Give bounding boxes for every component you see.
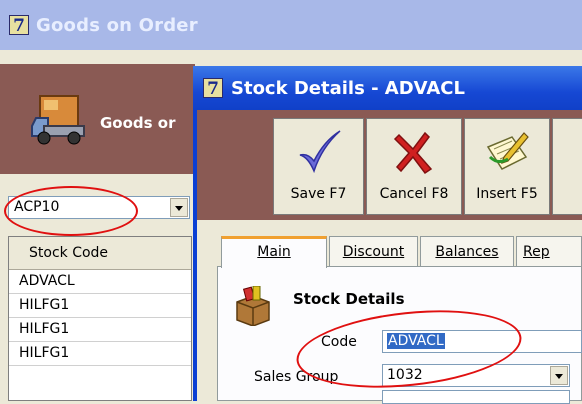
- code-label: Code: [321, 334, 357, 350]
- notepad-pencil-icon: [486, 132, 529, 170]
- banner-title: Goods or: [100, 114, 176, 132]
- stock-details-title: Stock Details - ADVACL: [231, 77, 465, 99]
- tab-main[interactable]: Main: [221, 236, 327, 268]
- goods-on-order-titlebar[interactable]: 7 Goods on Order: [0, 0, 582, 50]
- next-field-partial[interactable]: [382, 390, 570, 404]
- save-button[interactable]: Save F7: [273, 118, 364, 215]
- cancel-button-label: Cancel F8: [379, 186, 449, 202]
- app-logo-icon: 7: [203, 78, 223, 99]
- tab-main-label: Main: [257, 244, 291, 260]
- toolbar: Save F7 Cancel F8 Insert F5: [197, 110, 582, 220]
- table-row[interactable]: ADVACL: [9, 270, 191, 294]
- save-button-label: Save F7: [290, 186, 347, 202]
- insert-button-label: Insert F5: [476, 186, 538, 202]
- tab-discount-label: Discount: [342, 244, 405, 260]
- goods-on-order-banner: Goods or: [0, 64, 195, 174]
- delivery-truck-icon: [31, 95, 85, 145]
- app-logo-icon: 7: [9, 15, 29, 36]
- stock-code-combo-value: ACP10: [14, 199, 60, 215]
- code-field-value: ADVACL: [387, 333, 445, 349]
- goods-on-order-title: Goods on Order: [36, 14, 198, 36]
- tab-strip: Main Discount Balances Rep: [221, 236, 582, 268]
- tab-rep-label: Rep: [523, 244, 550, 260]
- stock-details-window: 7 Stock Details - ADVACL Save F7 Cancel …: [193, 66, 582, 404]
- chevron-down-icon[interactable]: [170, 198, 188, 217]
- table-row[interactable]: HILFG1: [9, 342, 191, 366]
- cancel-button[interactable]: Cancel F8: [366, 118, 462, 215]
- tab-discount[interactable]: Discount: [329, 236, 418, 266]
- code-field[interactable]: ADVACL: [382, 330, 582, 353]
- insert-button[interactable]: Insert F5: [464, 118, 550, 215]
- section-title: Stock Details: [293, 290, 405, 308]
- toolbar-button-partial[interactable]: [552, 118, 582, 215]
- table-row[interactable]: HILFG1: [9, 318, 191, 342]
- stock-code-grid: Stock Code ADVACL HILFG1 HILFG1 HILFG1: [8, 236, 192, 401]
- chevron-down-icon[interactable]: [550, 366, 568, 385]
- stock-code-combo[interactable]: ACP10: [8, 196, 190, 219]
- stock-box-icon: [236, 286, 270, 326]
- tab-balances[interactable]: Balances: [420, 236, 514, 266]
- tab-balances-label: Balances: [435, 244, 499, 260]
- sales-group-label: Sales Group: [254, 369, 339, 385]
- table-row[interactable]: HILFG1: [9, 294, 191, 318]
- cross-icon: [393, 131, 433, 175]
- checkmark-icon: [299, 130, 340, 174]
- sales-group-value: 1032: [387, 367, 423, 383]
- sales-group-combo[interactable]: 1032: [382, 364, 570, 387]
- tab-rep[interactable]: Rep: [516, 236, 582, 266]
- stock-code-column-header[interactable]: Stock Code: [9, 237, 191, 270]
- stock-details-titlebar[interactable]: 7 Stock Details - ADVACL: [193, 66, 582, 110]
